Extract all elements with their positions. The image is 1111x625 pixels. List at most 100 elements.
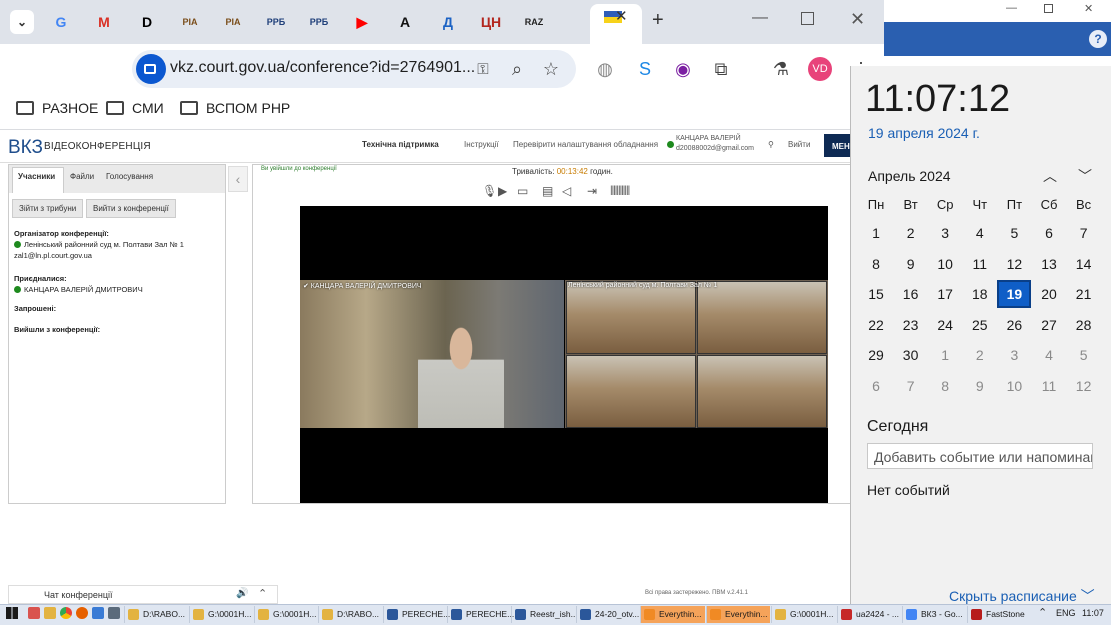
tab-search-button[interactable]: ⌄ bbox=[10, 10, 34, 34]
help-icon[interactable]: ? bbox=[1089, 30, 1107, 48]
bookmark-folder-smi[interactable]: СМИ bbox=[106, 100, 164, 116]
tab-voting[interactable]: Голосування bbox=[106, 172, 153, 181]
show-hidden-icons-icon[interactable]: ⌃ bbox=[1038, 606, 1047, 619]
calendar-day[interactable]: 5 bbox=[997, 219, 1031, 247]
add-event-input[interactable]: Добавить событие или напоминание bbox=[867, 443, 1093, 469]
support-link[interactable]: Технічна підтримка bbox=[362, 140, 439, 149]
logout-link[interactable]: Вийти bbox=[788, 140, 810, 149]
taskbar-item[interactable]: Everythin... bbox=[706, 606, 770, 623]
calendar-day[interactable]: 22 bbox=[859, 311, 893, 339]
calendar-day[interactable]: 7 bbox=[894, 372, 928, 400]
calendar-day[interactable]: 12 bbox=[1067, 372, 1101, 400]
browser-tab-5[interactable]: РІА bbox=[222, 11, 244, 33]
calendar-day[interactable]: 11 bbox=[963, 250, 997, 278]
calendar-day-today[interactable]: 19 bbox=[997, 280, 1032, 309]
calendar-day[interactable]: 8 bbox=[859, 250, 893, 278]
chat-label[interactable]: Чат конференції bbox=[44, 590, 113, 600]
browser-tab-11[interactable]: ЦН bbox=[480, 11, 502, 33]
restore-icon[interactable] bbox=[1044, 4, 1053, 13]
bookmark-star-icon[interactable]: ☆ bbox=[538, 56, 564, 82]
browser-tab-10[interactable]: Д bbox=[437, 11, 459, 33]
taskbar-item[interactable]: Everythin... bbox=[640, 606, 705, 623]
color-extension-icon[interactable]: ◉ bbox=[670, 56, 696, 82]
announce-icon[interactable]: ◁ bbox=[562, 184, 571, 198]
calendar-day[interactable]: 23 bbox=[894, 311, 928, 339]
calendar-day[interactable]: 26 bbox=[997, 311, 1031, 339]
calendar-day[interactable]: 10 bbox=[997, 372, 1031, 400]
browser-tab-4[interactable]: РІА bbox=[179, 11, 201, 33]
shazam-extension-icon[interactable]: S bbox=[632, 56, 658, 82]
calendar-day[interactable]: 6 bbox=[1032, 219, 1066, 247]
calendar-day[interactable]: 5 bbox=[1067, 341, 1101, 369]
input-language[interactable]: ENG bbox=[1056, 608, 1076, 618]
pinned-app-icon[interactable] bbox=[28, 607, 40, 619]
browser-tab-3[interactable]: D bbox=[136, 11, 158, 33]
calendar-day[interactable]: 3 bbox=[997, 341, 1031, 369]
calendar-day[interactable]: 16 bbox=[894, 280, 928, 308]
taskbar-item[interactable]: G:\0001H... bbox=[771, 606, 836, 623]
calendar-day[interactable]: 9 bbox=[963, 372, 997, 400]
calendar-day[interactable]: 27 bbox=[1032, 311, 1066, 339]
pinned-explorer-icon[interactable] bbox=[44, 607, 56, 619]
calendar-day[interactable]: 1 bbox=[859, 219, 893, 247]
vkz-logo[interactable]: ВКЗ bbox=[8, 137, 43, 159]
calendar-day[interactable]: 9 bbox=[894, 250, 928, 278]
instructions-link[interactable]: Інструкції bbox=[464, 140, 499, 149]
taskbar-item[interactable]: PERECHE... bbox=[447, 606, 514, 623]
exit-icon[interactable]: ⇥ bbox=[587, 184, 597, 198]
calendar-day[interactable]: 1 bbox=[928, 341, 962, 369]
calendar-day[interactable]: 7 bbox=[1067, 219, 1101, 247]
browser-tab-1[interactable]: G bbox=[50, 11, 72, 33]
bookmark-folder-raznoe[interactable]: РАЗНОЕ bbox=[16, 100, 98, 116]
url-text[interactable]: vkz.court.gov.ua/conference?id=2764901..… bbox=[170, 59, 475, 77]
taskbar-item[interactable]: G:\0001H... bbox=[189, 606, 253, 623]
calendar-day[interactable]: 24 bbox=[928, 311, 962, 339]
prev-month-icon[interactable]: ︿ bbox=[1043, 166, 1057, 186]
maximize-icon[interactable] bbox=[801, 12, 814, 25]
globe-extension-icon[interactable]: ◍ bbox=[592, 56, 618, 82]
calendar-day[interactable]: 4 bbox=[1032, 341, 1066, 369]
calendar-day[interactable]: 28 bbox=[1067, 311, 1101, 339]
hide-schedule-link[interactable]: Скрыть расписание ﹀ bbox=[949, 586, 1095, 606]
user-name[interactable]: КАНЦАРА ВАЛЕРІЙ bbox=[676, 135, 741, 142]
taskbar-item[interactable]: PERECHE... bbox=[383, 606, 450, 623]
taskbar-clock[interactable]: 11:07 bbox=[1082, 608, 1104, 618]
browser-tab-12[interactable]: RAZ bbox=[523, 11, 545, 33]
taskbar-item[interactable]: Reestr_ish... bbox=[511, 606, 578, 623]
calendar-day[interactable]: 20 bbox=[1032, 280, 1066, 308]
calendar-day[interactable]: 25 bbox=[963, 311, 997, 339]
pinned-app-icon[interactable] bbox=[108, 607, 120, 619]
taskbar-item[interactable]: FastStone bbox=[967, 606, 1033, 623]
taskbar-item[interactable]: D:\RABO... bbox=[318, 606, 382, 623]
calendar-day[interactable]: 29 bbox=[859, 341, 893, 369]
tab-participants[interactable]: Учасники bbox=[18, 172, 55, 181]
month-label[interactable]: Апрель 2024 bbox=[868, 168, 951, 184]
pinned-firefox-icon[interactable] bbox=[76, 607, 88, 619]
bookmark-folder-vspom[interactable]: ВСПОМ РНР bbox=[180, 100, 290, 116]
leave-tribune-button[interactable]: Зійти з трибуни bbox=[12, 199, 84, 218]
calendar-day[interactable]: 21 bbox=[1067, 280, 1101, 308]
close-tab-icon[interactable]: ✕ bbox=[615, 7, 628, 25]
camera-icon[interactable]: ▶ bbox=[498, 184, 507, 198]
calendar-day[interactable]: 8 bbox=[928, 372, 962, 400]
leave-conference-button[interactable]: Вийти з конференції bbox=[86, 199, 176, 218]
minimize-icon[interactable]: — bbox=[752, 9, 768, 27]
taskbar-item[interactable]: 24-20_otv... bbox=[576, 606, 639, 623]
profile-avatar[interactable]: VD bbox=[808, 57, 832, 81]
minimize-icon[interactable]: — bbox=[1006, 2, 1017, 14]
calendar-day[interactable]: 18 bbox=[963, 280, 997, 308]
taskbar-item[interactable]: D:\RABO... bbox=[124, 606, 188, 623]
pin-icon[interactable]: ⚲ bbox=[768, 140, 774, 149]
browser-tab-2[interactable]: M bbox=[93, 11, 115, 33]
start-button[interactable] bbox=[6, 607, 18, 619]
browser-tab-9[interactable]: А bbox=[394, 11, 416, 33]
pinned-app-icon[interactable] bbox=[92, 607, 104, 619]
calendar-day[interactable]: 3 bbox=[928, 219, 962, 247]
calendar-day[interactable]: 2 bbox=[963, 341, 997, 369]
taskbar-item[interactable]: ВКЗ - Go... bbox=[902, 606, 966, 623]
pinned-chrome-icon[interactable] bbox=[60, 607, 72, 619]
calendar-day[interactable]: 4 bbox=[963, 219, 997, 247]
calendar-day[interactable]: 13 bbox=[1032, 250, 1066, 278]
collapse-sidebar-icon[interactable]: ‹ bbox=[228, 166, 248, 192]
microphone-icon[interactable]: 🎙 bbox=[482, 184, 497, 198]
